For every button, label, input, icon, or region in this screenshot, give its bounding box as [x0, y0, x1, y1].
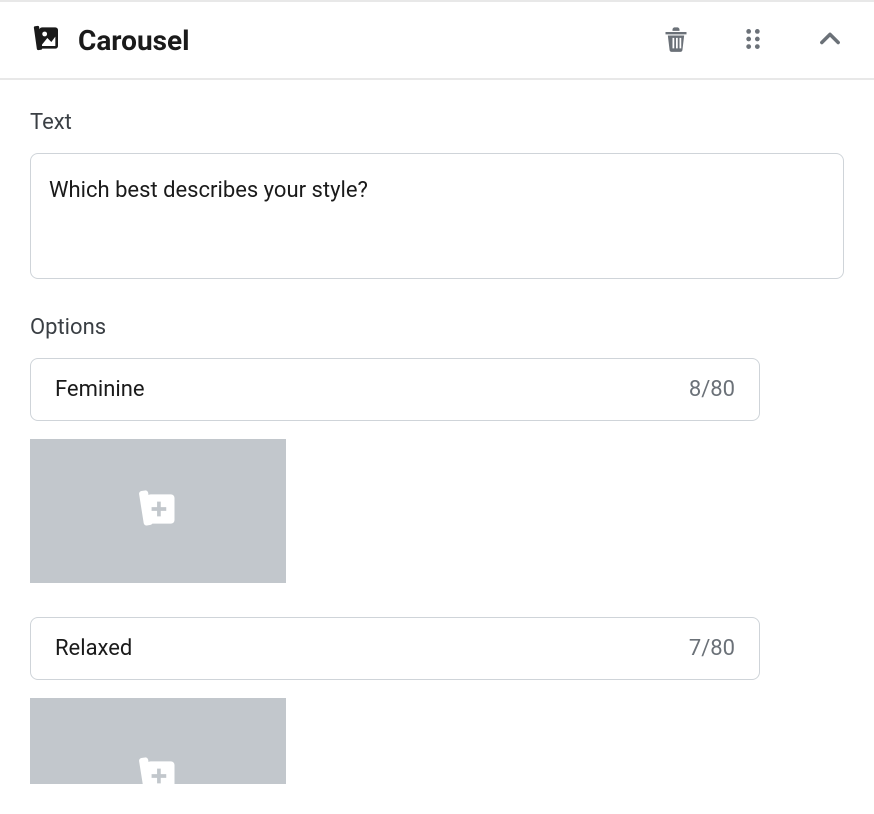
widget-title: Carousel — [78, 24, 190, 57]
chevron-up-icon — [816, 25, 844, 56]
grip-icon — [740, 26, 766, 55]
header-actions — [662, 25, 844, 56]
trash-icon — [662, 25, 690, 56]
text-input[interactable] — [30, 153, 844, 279]
carousel-icon — [30, 22, 62, 58]
image-upload-placeholder[interactable] — [30, 439, 286, 583]
widget-header: Carousel — [0, 2, 874, 80]
drag-handle[interactable] — [740, 26, 766, 55]
image-upload-placeholder[interactable] — [30, 698, 286, 784]
add-image-icon — [136, 487, 180, 535]
option-char-count: 7/80 — [689, 636, 735, 661]
option-row: 7/80 — [30, 617, 760, 680]
option-input[interactable] — [55, 377, 689, 402]
header-left: Carousel — [30, 22, 190, 58]
widget-content: Text Options 8/80 7/80 — [0, 80, 874, 814]
option-char-count: 8/80 — [689, 377, 735, 402]
option-row: 8/80 — [30, 358, 760, 421]
text-label: Text — [30, 110, 844, 135]
options-label: Options — [30, 315, 844, 340]
add-image-icon — [136, 754, 180, 802]
delete-button[interactable] — [662, 25, 690, 56]
option-input[interactable] — [55, 636, 689, 661]
collapse-button[interactable] — [816, 25, 844, 56]
